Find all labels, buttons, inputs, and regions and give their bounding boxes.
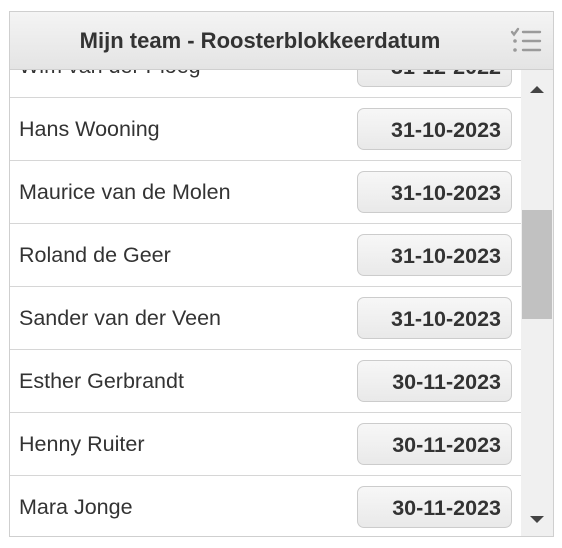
list-item[interactable]: Sander van der Veen 31-10-2023 (10, 287, 521, 350)
scrollbar-thumb[interactable] (522, 210, 552, 319)
block-date-button[interactable]: 31-10-2023 (357, 234, 512, 276)
block-date-button[interactable]: 30-11-2023 (357, 423, 512, 465)
employee-name: Hans Wooning (19, 117, 160, 141)
arrow-down-icon[interactable] (521, 504, 553, 536)
employee-name: Esther Gerbrandt (19, 369, 184, 393)
list-item[interactable]: Hans Wooning 31-10-2023 (10, 98, 521, 161)
list-item[interactable]: Henny Ruiter 30-11-2023 (10, 413, 521, 476)
arrow-up-icon[interactable] (521, 72, 553, 104)
employee-name: Mara Jonge (19, 495, 133, 519)
list-item[interactable]: Roland de Geer 31-10-2023 (10, 224, 521, 287)
block-date-button[interactable]: 30-11-2023 (357, 486, 512, 528)
block-date-button[interactable]: 31-10-2023 (357, 108, 512, 150)
employee-name: Wim van der Ploeg (19, 70, 201, 97)
list-item[interactable]: Maurice van de Molen 31-10-2023 (10, 161, 521, 224)
list-item[interactable]: Mara Jonge 30-11-2023 (10, 476, 521, 536)
vertical-scrollbar[interactable] (521, 70, 553, 536)
list-item[interactable]: Esther Gerbrandt 30-11-2023 (10, 350, 521, 413)
employee-name: Henny Ruiter (19, 432, 145, 456)
team-panel: Mijn team - Roosterblokkeerdatum Wim van… (9, 11, 554, 537)
employee-name: Roland de Geer (19, 243, 171, 267)
team-list[interactable]: Wim van der Ploeg 31-12-2022 Hans Woonin… (10, 70, 521, 536)
panel-title: Mijn team - Roosterblokkeerdatum (79, 28, 441, 53)
block-date-button[interactable]: 31-10-2023 (357, 297, 512, 339)
block-date-button[interactable]: 31-12-2022 (357, 70, 512, 87)
employee-name: Sander van der Veen (19, 306, 222, 330)
list-settings-icon[interactable] (509, 24, 543, 58)
block-date-button[interactable]: 31-10-2023 (357, 171, 512, 213)
block-date-button[interactable]: 30-11-2023 (357, 360, 512, 402)
employee-name: Maurice van de Molen (19, 180, 231, 204)
panel-header: Mijn team - Roosterblokkeerdatum (10, 12, 553, 70)
list-item[interactable]: Wim van der Ploeg 31-12-2022 (10, 70, 521, 98)
